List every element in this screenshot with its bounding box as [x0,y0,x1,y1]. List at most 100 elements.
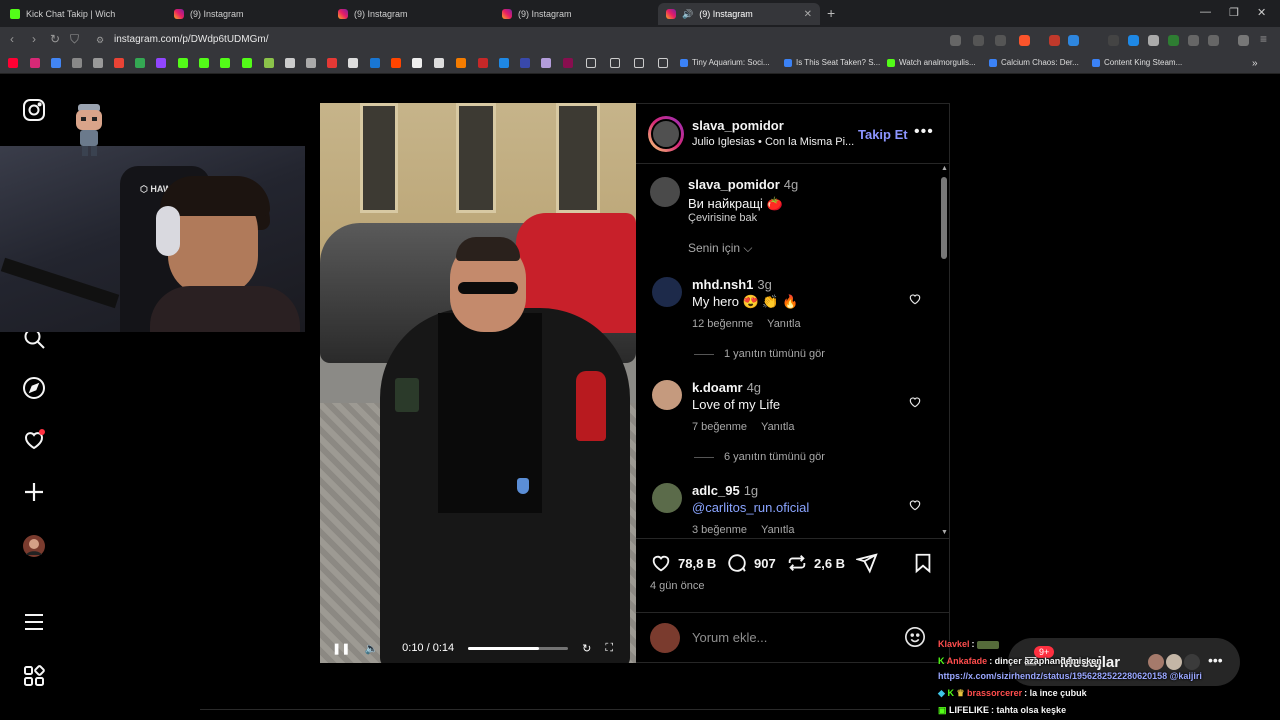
author-avatar[interactable] [650,177,680,207]
twitch-icon[interactable] [156,58,166,68]
translate-link[interactable]: Çevirisine bak [688,212,757,224]
also-from-meta-icon[interactable] [22,664,46,688]
caption-username[interactable]: slava_pomidor [688,177,780,192]
folder-icon[interactable] [634,58,644,68]
share-icon[interactable] [995,35,1006,46]
kick-icon[interactable] [199,58,209,68]
instagram-logo-icon[interactable] [22,98,46,122]
like-comment-heart-icon[interactable] [908,292,922,306]
bookmark-icon[interactable] [412,58,422,68]
messages-more-icon[interactable]: ••• [1208,652,1223,668]
extension-icon[interactable] [1068,35,1079,46]
bookmark-icon[interactable] [285,58,295,68]
bookmark-item[interactable]: Calcium Chaos: Der... [989,58,1079,67]
chat-link[interactable]: https://x.com/sizirhendz/status/19562825… [938,671,1202,681]
more-bookmarks-icon[interactable]: » [1252,58,1258,69]
commenter-avatar[interactable] [652,483,682,513]
save-button[interactable] [912,552,934,574]
comment-sort-dropdown[interactable]: Senin için ⌵ [688,241,752,256]
commenter-avatar[interactable] [652,380,682,410]
bookmark-icon[interactable] [499,58,509,68]
close-window-button[interactable]: ✕ [1257,6,1266,19]
extension-icon[interactable] [1128,35,1139,46]
bookmark-icon[interactable] [327,58,337,68]
profile-avatar-icon[interactable] [22,534,46,558]
tab-instagram-3[interactable]: (9) Instagram [494,3,656,25]
view-replies-link[interactable]: 1 yanıtın tümünü gör [694,348,825,360]
brave-shield-icon[interactable] [1019,35,1030,46]
folder-icon[interactable] [658,58,668,68]
new-tab-button[interactable]: + [827,5,835,21]
bookmark-icon[interactable] [563,58,573,68]
bookmark-icon[interactable] [456,58,466,68]
url-field[interactable]: instagram.com/p/DWdp6tUDMGm/ [114,34,268,45]
view-replies-link[interactable]: 6 yanıtın tümünü gör [694,451,825,463]
bookmark-icon[interactable] [541,58,551,68]
bookmark-icon[interactable] [478,58,488,68]
reply-button[interactable]: Yanıtla [761,421,794,433]
bookmark-icon[interactable] [72,58,82,68]
menu-icon[interactable]: ≡ [1260,32,1267,46]
comment-button[interactable]: 907 [726,552,776,574]
extensions-puzzle-icon[interactable] [1208,35,1219,46]
bookmark-icon[interactable] [93,58,103,68]
extension-icon[interactable] [1148,35,1159,46]
site-info-icon[interactable]: ⚙ [96,35,104,46]
notifications-heart-icon[interactable] [22,428,46,452]
reel-video[interactable]: ❚❚ 🔈 0:10 / 0:14 ↻ ⛶ [320,103,636,663]
scroll-down-icon[interactable]: ▼ [941,529,948,536]
tab-instagram-2[interactable]: (9) Instagram [330,3,492,25]
gmail-icon[interactable] [114,58,124,68]
tab-instagram-active[interactable]: 🔊 (9) Instagram ✕ [658,3,820,25]
pause-icon[interactable]: ❚❚ [332,642,350,655]
scrollbar-thumb[interactable] [941,177,947,259]
reddit-icon[interactable] [391,58,401,68]
comment-username[interactable]: mhd.nsh1 [692,277,753,292]
media-icon[interactable] [1238,35,1249,46]
message-avatar[interactable] [1146,652,1166,672]
comment-input[interactable]: Yorum ekle... [692,630,767,645]
reply-button[interactable]: Yanıtla [761,524,794,536]
amazon-icon[interactable] [434,58,444,68]
instagram-icon[interactable] [30,58,40,68]
tab-kick-chat[interactable]: Kick Chat Takip | Wich [2,3,164,25]
bookmark-icon[interactable] [306,58,316,68]
kick-icon[interactable] [220,58,230,68]
reload-button[interactable]: ↻ [50,32,60,46]
comment-likes[interactable]: 12 beğenme [692,318,753,330]
forward-button[interactable]: › [32,32,36,46]
close-tab-icon[interactable]: ✕ [804,9,812,20]
scroll-up-icon[interactable]: ▲ [941,165,948,172]
extension-icon[interactable] [1188,35,1199,46]
message-avatar[interactable] [1164,652,1184,672]
kick-icon[interactable] [178,58,188,68]
comment-username[interactable]: k.doamr [692,380,743,395]
more-options-icon[interactable]: ••• [914,123,934,141]
my-avatar[interactable] [650,623,680,653]
audio-track[interactable]: Julio Iglesias • Con la Misma Pi... [692,136,854,148]
bookmark-icon[interactable] [370,58,380,68]
like-button[interactable]: 78,8 B [650,552,716,574]
bookmark-item[interactable]: Tiny Aquarium: Soci... [680,58,770,67]
bookmark-icon[interactable]: ⛉ [70,32,79,47]
comment-username[interactable]: adlc_95 [692,483,740,498]
create-plus-icon[interactable] [22,480,46,504]
follow-button[interactable]: Takip Et [858,127,908,142]
drive-icon[interactable] [135,58,145,68]
folder-icon[interactable] [586,58,596,68]
bookmark-item[interactable]: Is This Seat Taken? S... [784,58,880,67]
commenter-avatar[interactable] [652,277,682,307]
maximize-button[interactable]: ❐ [1229,6,1239,19]
extension-icon[interactable] [1168,35,1179,46]
bookmark-icon[interactable] [51,58,61,68]
video-progress-bar[interactable] [468,646,569,650]
author-username[interactable]: slava_pomidor [692,118,784,133]
share-button[interactable] [856,552,878,574]
comment-mention-link[interactable]: @carlitos_run.oficial [692,500,809,515]
extension-icon[interactable] [1108,35,1119,46]
extension-icon[interactable] [950,35,961,46]
back-button[interactable]: ‹ [10,32,14,46]
extension-icon[interactable] [1049,35,1060,46]
youtube-icon[interactable] [8,58,18,68]
zoom-icon[interactable] [973,35,984,46]
